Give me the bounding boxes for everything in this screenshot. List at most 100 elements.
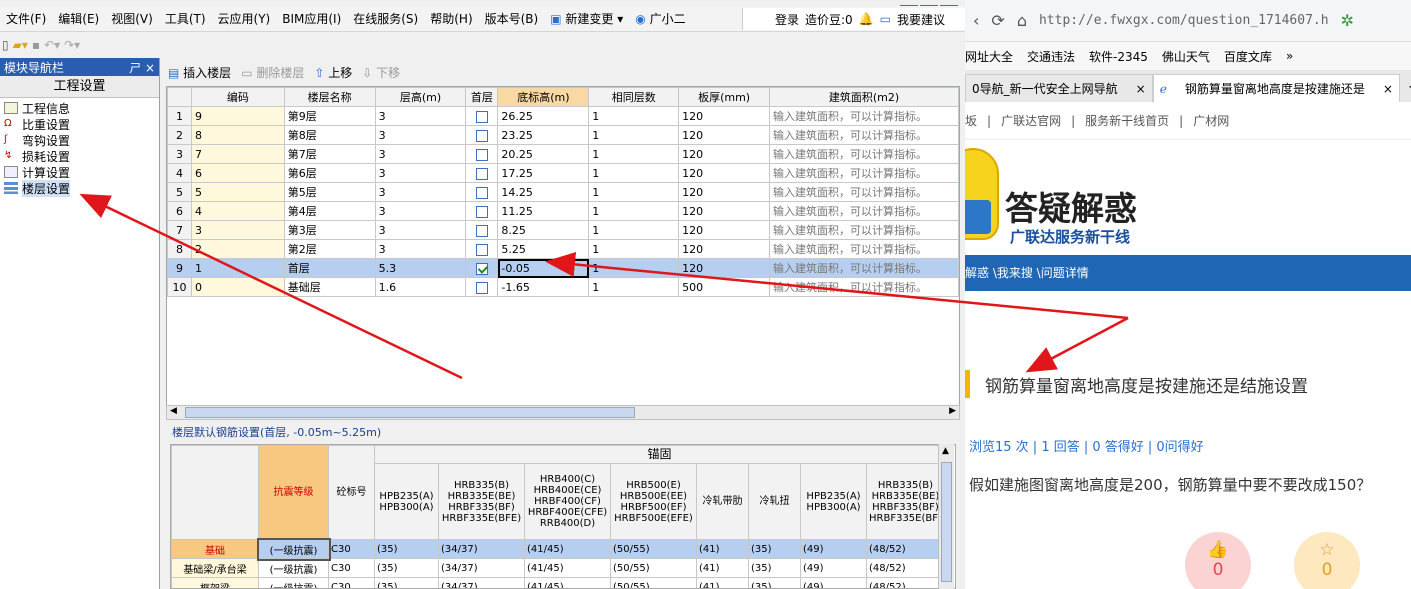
first-floor-checkbox[interactable] [475, 186, 488, 199]
anchorage-cell[interactable]: (48/52) [866, 539, 945, 559]
base-elevation-cell[interactable]: -1.65 [497, 277, 590, 297]
anchorage-cell[interactable]: (41) [696, 539, 749, 559]
floor-name-cell[interactable]: 第2层 [283, 239, 376, 259]
col-rebar-type[interactable]: HRB335(B) HRB335E(BE) HRBF335(BF) HRBF33… [866, 463, 945, 540]
site-nav-item[interactable]: 广联达官网 [1001, 112, 1061, 129]
col-floor-name[interactable]: 楼层名称 [283, 87, 376, 107]
floor-name-cell[interactable]: 第5层 [283, 182, 376, 202]
same-count-cell[interactable]: 1 [588, 277, 680, 297]
move-down-button[interactable]: ⇩ 下移 [362, 64, 400, 81]
concrete-cell[interactable]: C30 [328, 577, 375, 588]
code-cell[interactable]: 7 [190, 144, 285, 164]
slab-cell[interactable]: 120 [678, 258, 771, 278]
scroll-thumb[interactable] [185, 407, 635, 418]
menu-file[interactable]: 文件(F) [0, 10, 52, 27]
nav-section-title[interactable]: 工程设置 [0, 76, 159, 98]
anchorage-cell[interactable]: (50/55) [610, 539, 697, 559]
menu-tools[interactable]: 工具(T) [159, 10, 212, 27]
component-cell[interactable]: 基础 [171, 539, 259, 559]
anchorage-cell[interactable]: (49) [800, 577, 867, 588]
first-floor-checkbox[interactable] [475, 224, 488, 237]
horizontal-scrollbar[interactable]: ◀ ▶ [166, 405, 960, 420]
first-floor-checkbox[interactable] [475, 262, 488, 275]
base-elevation-cell[interactable]: 20.25 [497, 144, 590, 164]
same-count-cell[interactable]: 1 [588, 163, 680, 183]
col-same-count[interactable]: 相同层数 [588, 87, 680, 107]
move-up-button[interactable]: ⇧ 上移 [314, 64, 352, 81]
nav-item-hook[interactable]: ʃ 弯钩设置 [2, 132, 157, 148]
area-cell[interactable]: 输入建筑面积，可以计算指标。 [769, 125, 959, 145]
base-elevation-cell[interactable]: 17.25 [497, 163, 590, 183]
col-rebar-type[interactable]: HRB335(B) HRB335E(BE) HRBF335(BF) HRBF33… [438, 463, 525, 540]
code-cell[interactable]: 1 [190, 258, 285, 278]
menu-help[interactable]: 帮助(H) [424, 10, 478, 27]
table-row[interactable]: 1 9 第9层 3 26.25 1 120 输入建筑面积，可以计算指标。 [167, 106, 959, 126]
col-rebar-type[interactable]: HRB500(E) HRB500E(EE) HRBF500(EF) HRBF50… [610, 463, 697, 540]
bell-icon[interactable]: 🔔 [859, 12, 874, 26]
slab-cell[interactable]: 120 [678, 239, 771, 259]
same-count-cell[interactable]: 1 [588, 125, 680, 145]
floor-name-cell[interactable]: 基础层 [283, 277, 376, 297]
same-count-cell[interactable]: 1 [588, 201, 680, 221]
first-floor-checkbox[interactable] [475, 110, 488, 123]
first-floor-checkbox[interactable] [475, 167, 488, 180]
nav-item-density[interactable]: Ω 比重设置 [2, 116, 157, 132]
menu-edit[interactable]: 编辑(E) [52, 10, 105, 27]
delete-floor-button[interactable]: ▭ 删除楼层 [241, 64, 304, 81]
home-icon[interactable]: ⌂ [1017, 11, 1027, 30]
height-cell[interactable]: 5.3 [374, 258, 467, 278]
site-nav-item[interactable]: 服务新干线首页 [1085, 112, 1169, 129]
table-row[interactable]: 2 8 第8层 3 23.25 1 120 输入建筑面积，可以计算指标。 [167, 125, 959, 145]
first-floor-cell[interactable] [465, 182, 499, 202]
col-rebar-type[interactable]: HRB400(C) HRB400E(CE) HRBF400(CF) HRBF40… [524, 463, 611, 540]
undo-icon[interactable]: ↶▾ [44, 38, 60, 52]
bookmark-item[interactable]: 百度文库 [1224, 48, 1272, 65]
anchorage-cell[interactable]: (41) [696, 577, 749, 588]
first-floor-checkbox[interactable] [475, 148, 488, 161]
anchorage-cell[interactable]: (35) [748, 558, 801, 578]
slab-cell[interactable]: 120 [678, 182, 771, 202]
code-cell[interactable]: 0 [190, 277, 285, 297]
slab-cell[interactable]: 120 [678, 144, 771, 164]
col-slab[interactable]: 板厚(mm) [678, 87, 771, 107]
first-floor-checkbox[interactable] [475, 243, 488, 256]
insert-floor-button[interactable]: ▤ 插入楼层 [168, 64, 231, 81]
close-icon[interactable]: × [1136, 82, 1146, 96]
anchorage-cell[interactable]: (41/45) [524, 539, 611, 559]
more-bookmarks-icon[interactable]: » [1286, 49, 1293, 63]
nav-item-floor[interactable]: 楼层设置 [2, 179, 157, 197]
area-cell[interactable]: 输入建筑面积，可以计算指标。 [769, 277, 959, 297]
anchorage-cell[interactable]: (35) [374, 577, 439, 588]
area-cell[interactable]: 输入建筑面积，可以计算指标。 [769, 106, 959, 126]
tab-question[interactable]: ℯ 钢筋算量窗离地高度是按建施还是 × [1152, 74, 1400, 102]
menu-cloud[interactable]: 云应用(Y) [212, 10, 277, 27]
slab-cell[interactable]: 120 [678, 201, 771, 221]
bookmark-item[interactable]: 软件-2345 [1089, 48, 1148, 65]
height-cell[interactable]: 3 [374, 220, 467, 240]
first-floor-checkbox[interactable] [475, 281, 488, 294]
table-row[interactable]: 8 2 第2层 3 5.25 1 120 输入建筑面积，可以计算指标。 [167, 239, 959, 259]
first-floor-cell[interactable] [465, 144, 499, 164]
base-elevation-cell[interactable]: -0.05 [497, 258, 590, 278]
question-stats[interactable]: 浏览15 次 | 1 回答 | 0 答得好 | 0问得好 [969, 436, 1204, 455]
col-rebar-type[interactable]: HPB235(A) HPB300(A) [374, 463, 439, 540]
menu-guangxiaoer[interactable]: ◉ 广小二 [629, 10, 691, 27]
floor-name-cell[interactable]: 首层 [283, 258, 376, 278]
menu-version[interactable]: 版本号(B) [479, 10, 545, 27]
code-cell[interactable]: 6 [190, 163, 285, 183]
floor-name-cell[interactable]: 第9层 [283, 106, 376, 126]
first-floor-cell[interactable] [465, 201, 499, 221]
code-cell[interactable]: 8 [190, 125, 285, 145]
site-nav-item[interactable]: 广材网 [1193, 112, 1229, 129]
first-floor-cell[interactable] [465, 258, 499, 278]
table-row[interactable]: 10 0 基础层 1.6 -1.65 1 500 输入建筑面积，可以计算指标。 [167, 277, 959, 297]
code-cell[interactable]: 3 [190, 220, 285, 240]
anchorage-cell[interactable]: (34/37) [438, 577, 525, 588]
bookmark-item[interactable]: 交通违法 [1027, 48, 1075, 65]
back-icon[interactable]: ‹ [973, 11, 979, 30]
first-floor-cell[interactable] [465, 239, 499, 259]
bookmark-item[interactable]: 网址大全 [965, 48, 1013, 65]
col-code[interactable]: 编码 [190, 87, 285, 107]
anchorage-cell[interactable]: (49) [800, 539, 867, 559]
anchorage-cell[interactable]: (41/45) [524, 577, 611, 588]
